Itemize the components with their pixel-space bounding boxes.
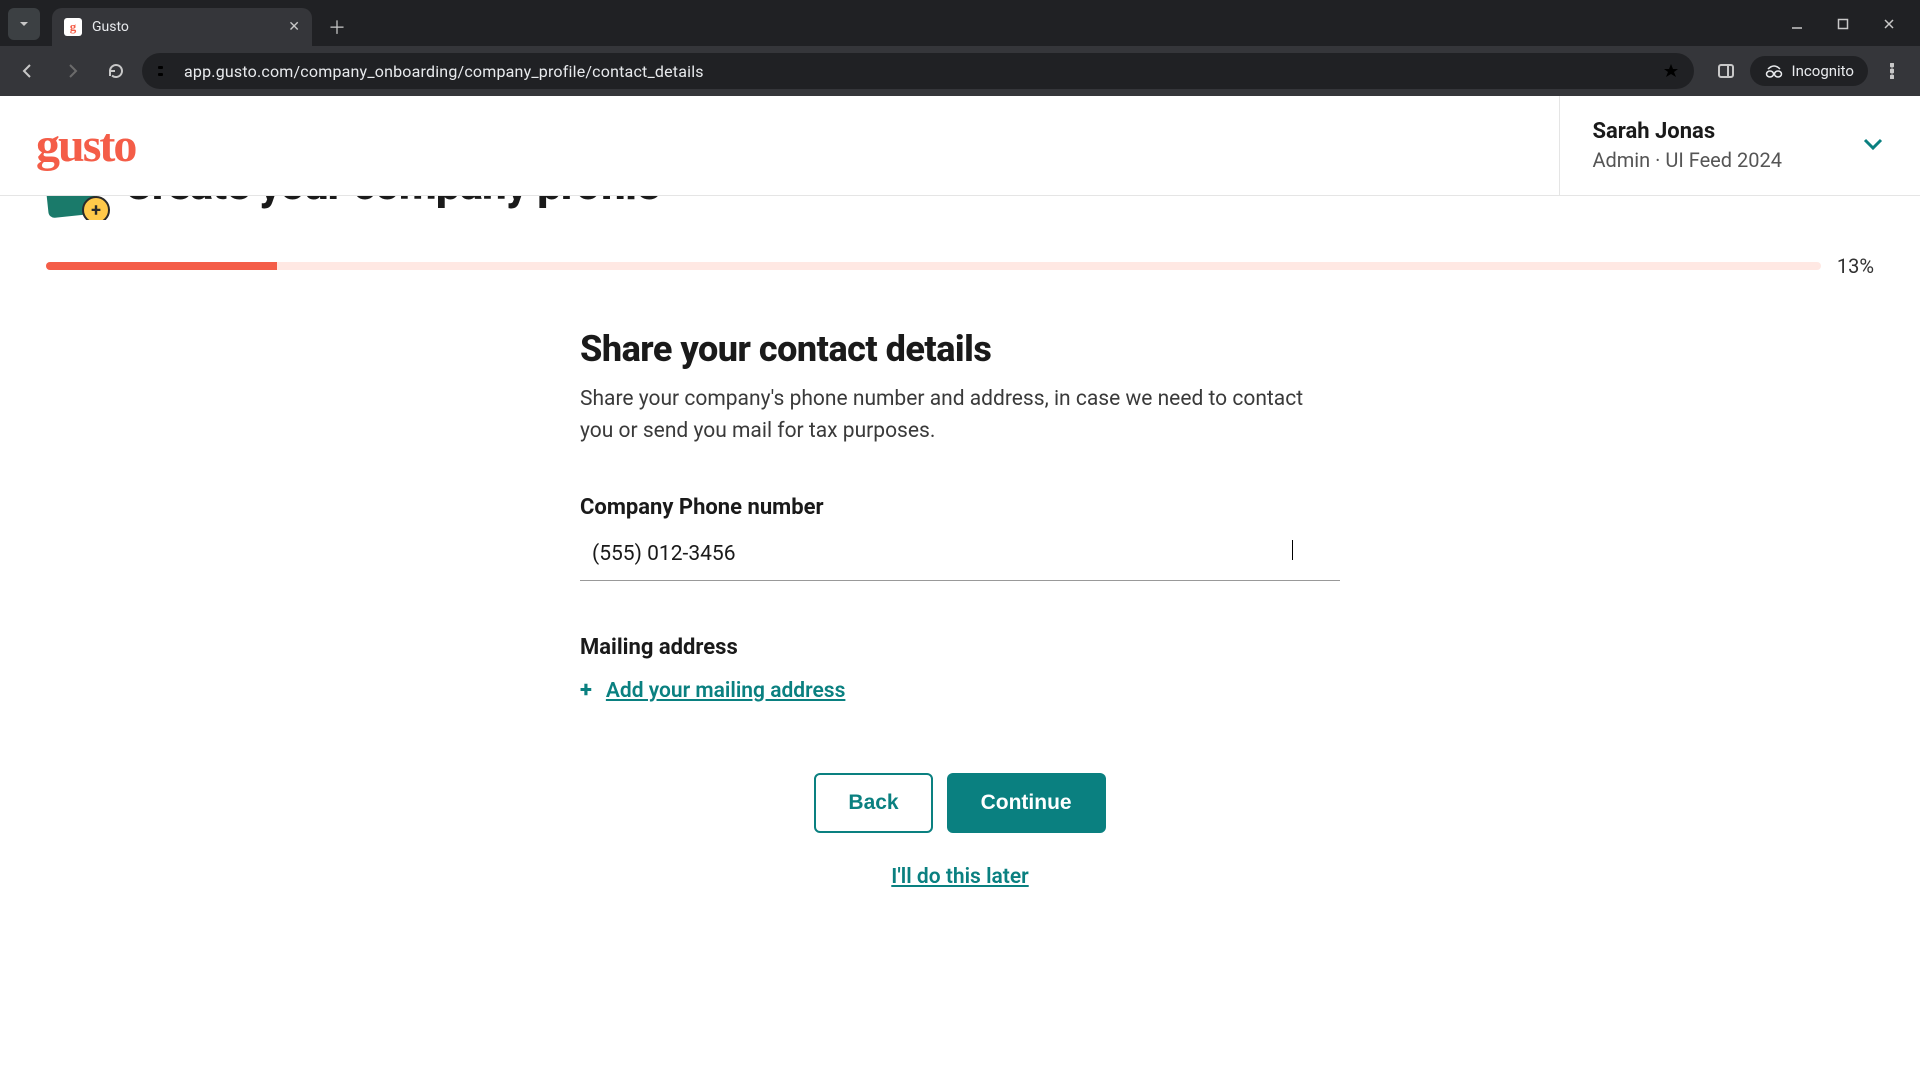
progress-percent-label: 13% (1837, 254, 1874, 278)
reload-button[interactable] (98, 53, 134, 89)
form-button-row: Back Continue (580, 773, 1340, 833)
user-menu[interactable]: Sarah Jonas Admin · UI Feed 2024 (1559, 96, 1884, 195)
minimize-button[interactable] (1774, 8, 1820, 40)
progress-fill (46, 262, 277, 270)
address-bar[interactable]: app.gusto.com/company_onboarding/company… (142, 53, 1694, 89)
mailing-address-label: Mailing address (580, 635, 1340, 660)
wizard-step-title: Create your company profile (124, 196, 659, 210)
back-nav-button[interactable] (10, 53, 46, 89)
url-text: app.gusto.com/company_onboarding/company… (184, 62, 1650, 81)
new-tab-button[interactable]: ＋ (322, 12, 352, 42)
site-settings-icon[interactable] (156, 63, 172, 79)
continue-button[interactable]: Continue (947, 773, 1106, 833)
close-tab-icon[interactable]: ✕ (288, 19, 300, 35)
chevron-down-icon (1862, 136, 1884, 155)
user-name: Sarah Jonas (1592, 119, 1782, 144)
favicon-icon: g (64, 18, 82, 36)
active-tab[interactable]: g Gusto ✕ (52, 8, 312, 46)
incognito-indicator[interactable]: Incognito (1750, 56, 1868, 86)
app-header: gusto Sarah Jonas Admin · UI Feed 2024 (0, 96, 1920, 196)
form-subtext: Share your company's phone number and ad… (580, 384, 1340, 447)
incognito-label: Incognito (1792, 62, 1854, 80)
gusto-logo[interactable]: gusto (36, 118, 135, 173)
kebab-menu-icon[interactable] (1874, 53, 1910, 89)
phone-input[interactable] (580, 528, 1340, 581)
progress-bar: 13% (46, 254, 1874, 278)
form-heading: Share your contact details (580, 328, 1340, 370)
tab-title: Gusto (92, 19, 278, 35)
browser-tab-strip: g Gusto ✕ ＋ (0, 0, 1920, 46)
add-mailing-address-link[interactable]: + Add your mailing address (580, 678, 845, 703)
maximize-button[interactable] (1820, 8, 1866, 40)
incognito-icon (1764, 63, 1784, 79)
skip-link[interactable]: I'll do this later (580, 865, 1340, 889)
wizard-step-icon: + (46, 196, 106, 220)
wizard-title-row: + Create your company profile (46, 196, 1874, 220)
browser-toolbar: app.gusto.com/company_onboarding/company… (0, 46, 1920, 96)
window-controls (1774, 8, 1920, 40)
text-cursor (1292, 540, 1293, 560)
plus-icon: + (580, 678, 592, 703)
back-button[interactable]: Back (814, 773, 932, 833)
progress-track (46, 262, 1821, 270)
star-icon[interactable] (1662, 62, 1680, 80)
side-panel-icon[interactable] (1708, 53, 1744, 89)
user-role: Admin · UI Feed 2024 (1592, 148, 1782, 172)
forward-nav-button[interactable] (54, 53, 90, 89)
contact-details-form: Share your contact details Share your co… (580, 328, 1340, 889)
plus-badge-icon: + (82, 196, 110, 220)
add-mailing-address-text: Add your mailing address (606, 679, 846, 703)
phone-label: Company Phone number (580, 495, 1340, 520)
tab-search-button[interactable] (8, 8, 40, 40)
close-window-button[interactable] (1866, 8, 1912, 40)
page-scroll-area[interactable]: + Create your company profile 13% Share … (0, 196, 1920, 1080)
